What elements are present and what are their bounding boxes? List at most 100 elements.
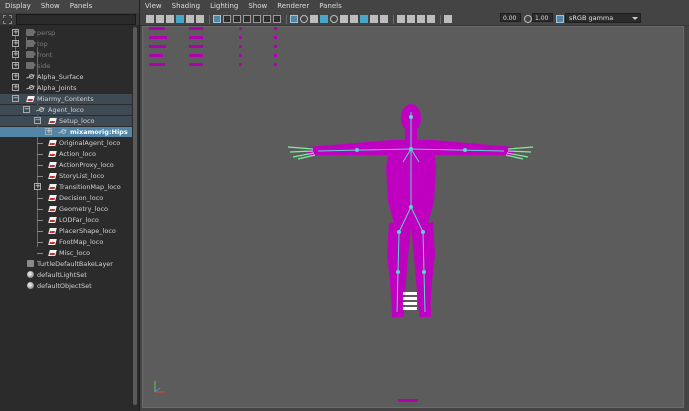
grease-pencil-icon[interactable]: [196, 15, 204, 23]
expand-icon[interactable]: +: [12, 62, 19, 69]
expand-icon[interactable]: +: [12, 40, 19, 47]
placer-bar: [403, 302, 417, 305]
outliner-menubar: Display Show Panels: [0, 0, 139, 13]
outliner-search-input[interactable]: [16, 13, 136, 25]
joint-marker: [396, 270, 400, 274]
color-management-icon[interactable]: [556, 15, 564, 23]
viewport-menu-panels[interactable]: Panels: [314, 0, 347, 13]
expand-icon[interactable]: +: [45, 128, 52, 135]
expand-icon[interactable]: +: [12, 51, 19, 58]
outliner-item-label: ActionProxy_loco: [59, 161, 114, 169]
outliner-item-actionproxy-loco[interactable]: ActionProxy_loco: [0, 160, 132, 170]
3d-viewport[interactable]: [142, 26, 684, 408]
tree-branch: [37, 198, 43, 199]
tree-branch: [37, 209, 43, 210]
outliner-item-transitionmap-loco[interactable]: + TransitionMap_loco: [0, 182, 132, 192]
gate-mask-icon[interactable]: [243, 15, 251, 23]
filter-icon[interactable]: [3, 14, 12, 24]
camera-attributes-icon[interactable]: [156, 15, 164, 23]
exposure-field[interactable]: 0.00: [500, 13, 521, 22]
ambient-occlusion-icon[interactable]: [350, 15, 358, 23]
outliner-item-setup-loco[interactable]: − Setup_loco: [0, 116, 132, 126]
outliner-item-defaultobjectset[interactable]: defaultObjectSet: [0, 281, 132, 291]
group-icon: [48, 140, 57, 146]
outliner-item-defaultlightset[interactable]: defaultLightSet: [0, 270, 132, 280]
outliner-item-top[interactable]: + top: [0, 39, 132, 49]
outliner-item-misc-loco[interactable]: Misc_loco: [0, 248, 132, 258]
safe-title-icon[interactable]: [273, 15, 281, 23]
expand-icon[interactable]: +: [12, 29, 19, 36]
viewport-menu-lighting[interactable]: Lighting: [205, 0, 243, 13]
expand-icon[interactable]: +: [12, 84, 19, 91]
outliner-scrollbar-thumb[interactable]: [133, 27, 137, 405]
2d-pan-zoom-icon[interactable]: [186, 15, 194, 23]
resolution-gate-icon[interactable]: [233, 15, 241, 23]
outliner-menu-display[interactable]: Display: [0, 0, 36, 13]
outliner-item-miarmy-contents[interactable]: − Miarmy_Contents: [0, 94, 132, 104]
gamma-icon[interactable]: [524, 15, 532, 23]
tree-branch: [37, 165, 43, 166]
outliner-item-mixamorig-hips[interactable]: + mixamorig:Hips: [0, 127, 132, 137]
collapse-icon[interactable]: −: [23, 106, 30, 113]
viewport-panel: View Shading Lighting Show Renderer Pane…: [140, 0, 689, 411]
outliner-menu-show[interactable]: Show: [36, 0, 65, 13]
expand-icon[interactable]: +: [12, 73, 19, 80]
smooth-shade-icon[interactable]: [300, 15, 308, 23]
joint-marker: [397, 230, 401, 234]
use-lights-icon[interactable]: [330, 15, 338, 23]
wireframe-on-shaded-icon[interactable]: [310, 15, 318, 23]
camera-icon: [26, 29, 36, 36]
outliner-item-front[interactable]: + front: [0, 50, 132, 60]
viewport-menu-renderer[interactable]: Renderer: [272, 0, 314, 13]
film-gate-icon[interactable]: [223, 15, 231, 23]
outliner-menu-panels[interactable]: Panels: [65, 0, 98, 13]
outliner-item-action-loco[interactable]: Action_loco: [0, 149, 132, 159]
feet-placer: [403, 292, 417, 310]
viewport-menu-show[interactable]: Show: [243, 0, 272, 13]
outliner-item-agent-loco[interactable]: − Agent_loco: [0, 105, 132, 115]
outliner-item-placershape-loco[interactable]: PlacerShape_loco: [0, 226, 132, 236]
grid-icon[interactable]: [213, 15, 221, 23]
outliner-panel: Display Show Panels + persp + top + fron…: [0, 0, 140, 411]
field-chart-icon[interactable]: [253, 15, 261, 23]
viewport-menu-view[interactable]: View: [140, 0, 167, 13]
joint-marker: [409, 115, 413, 119]
viewport-menu-shading[interactable]: Shading: [167, 0, 205, 13]
backface-culling-icon[interactable]: [427, 15, 435, 23]
multisample-aa-icon[interactable]: [370, 15, 378, 23]
safe-action-icon[interactable]: [263, 15, 271, 23]
outliner-item-turtledefaultbakelayer[interactable]: TurtleDefaultBakeLayer: [0, 259, 132, 269]
xray-joints-icon[interactable]: [417, 15, 425, 23]
textured-icon[interactable]: [320, 15, 328, 23]
camera-icon: [26, 40, 36, 47]
wireframe-icon[interactable]: [290, 15, 298, 23]
set-icon: [27, 271, 34, 278]
outliner-item-alpha-surface[interactable]: + Alpha_Surface: [0, 72, 132, 82]
shadows-icon[interactable]: [340, 15, 348, 23]
color-space-select[interactable]: sRGB gamma: [565, 13, 641, 23]
outliner-item-originalagent-loco[interactable]: OriginalAgent_loco: [0, 138, 132, 148]
collapse-icon[interactable]: −: [12, 95, 19, 102]
outliner-item-geometry-loco[interactable]: Geometry_loco: [0, 204, 132, 214]
outliner-item-storylist-loco[interactable]: StoryList_loco: [0, 171, 132, 181]
joint-icon: [36, 107, 45, 113]
motion-blur-icon[interactable]: [360, 15, 368, 23]
xray-icon[interactable]: [407, 15, 415, 23]
depth-of-field-icon[interactable]: [380, 15, 388, 23]
outliner-item-side[interactable]: + side: [0, 61, 132, 71]
outliner-item-alpha-joints[interactable]: + Alpha_Joints: [0, 83, 132, 93]
isolate-select-icon[interactable]: [397, 15, 405, 23]
exposure-icon[interactable]: [444, 15, 452, 23]
expand-icon[interactable]: +: [34, 183, 41, 190]
group-icon: [48, 228, 57, 234]
outliner-item-lodfar-loco[interactable]: LODFar_loco: [0, 215, 132, 225]
outliner-item-persp[interactable]: + persp: [0, 28, 132, 38]
gamma-field[interactable]: 1.00: [532, 13, 553, 22]
joint-marker: [421, 230, 425, 234]
collapse-icon[interactable]: −: [34, 117, 41, 124]
outliner-item-decision-loco[interactable]: Decision_loco: [0, 193, 132, 203]
select-camera-icon[interactable]: [146, 15, 154, 23]
bookmark-icon[interactable]: [166, 15, 174, 23]
outliner-item-footmap-loco[interactable]: FootMap_loco: [0, 237, 132, 247]
image-plane-icon[interactable]: [176, 15, 184, 23]
